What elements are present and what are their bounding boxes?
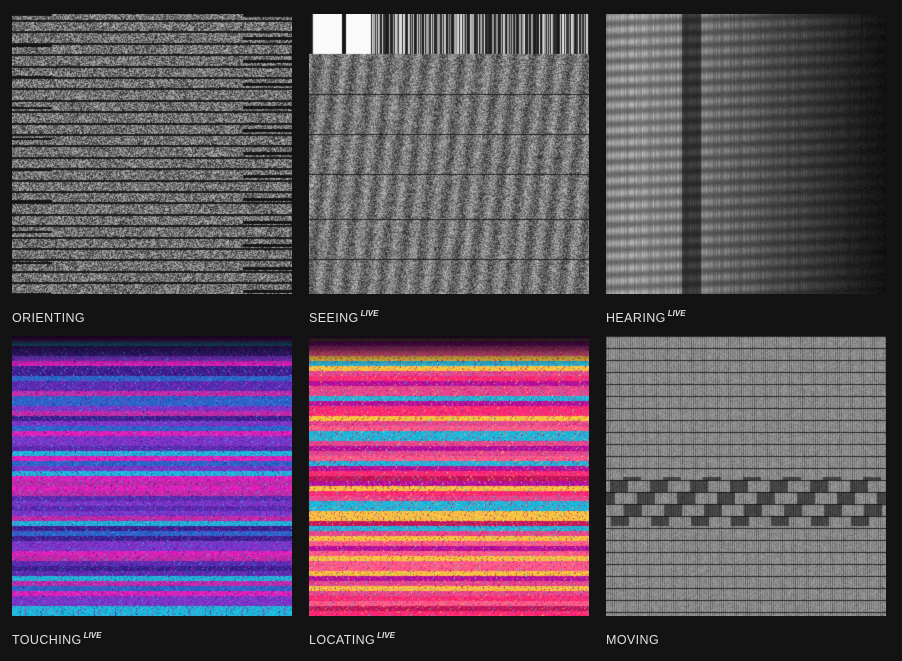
- tile-label: SEEING: [309, 311, 359, 325]
- seeing-visualization[interactable]: [309, 14, 589, 294]
- tile-hearing[interactable]: HEARING LIVE: [606, 14, 886, 325]
- tile-caption: LOCATING LIVE: [309, 626, 589, 647]
- tile-label: TOUCHING: [12, 633, 82, 647]
- live-badge: LIVE: [83, 631, 102, 640]
- tile-orienting[interactable]: ORIENTING: [12, 14, 292, 325]
- tile-touching[interactable]: TOUCHING LIVE: [12, 336, 292, 647]
- tile-caption: SEEING LIVE: [309, 304, 589, 325]
- tile-caption: ORIENTING: [12, 304, 292, 325]
- live-badge: LIVE: [667, 309, 686, 318]
- locating-visualization[interactable]: [309, 336, 589, 616]
- tile-label: LOCATING: [309, 633, 376, 647]
- tile-seeing[interactable]: SEEING LIVE: [309, 14, 589, 325]
- live-badge: LIVE: [377, 631, 395, 640]
- orienting-visualization[interactable]: [12, 14, 292, 294]
- hearing-visualization[interactable]: [606, 14, 886, 294]
- tile-label: ORIENTING: [12, 311, 86, 325]
- live-badge: LIVE: [360, 309, 379, 318]
- moving-visualization[interactable]: [606, 336, 886, 616]
- touching-visualization[interactable]: [12, 336, 292, 616]
- tile-caption: HEARING LIVE: [606, 304, 886, 325]
- tile-moving[interactable]: MOVING: [606, 336, 886, 647]
- tile-caption: TOUCHING LIVE: [12, 626, 292, 647]
- tile-locating[interactable]: LOCATING LIVE: [309, 336, 589, 647]
- tile-caption: MOVING: [606, 626, 886, 647]
- tile-label: HEARING: [606, 311, 666, 325]
- tile-label: MOVING: [606, 633, 660, 647]
